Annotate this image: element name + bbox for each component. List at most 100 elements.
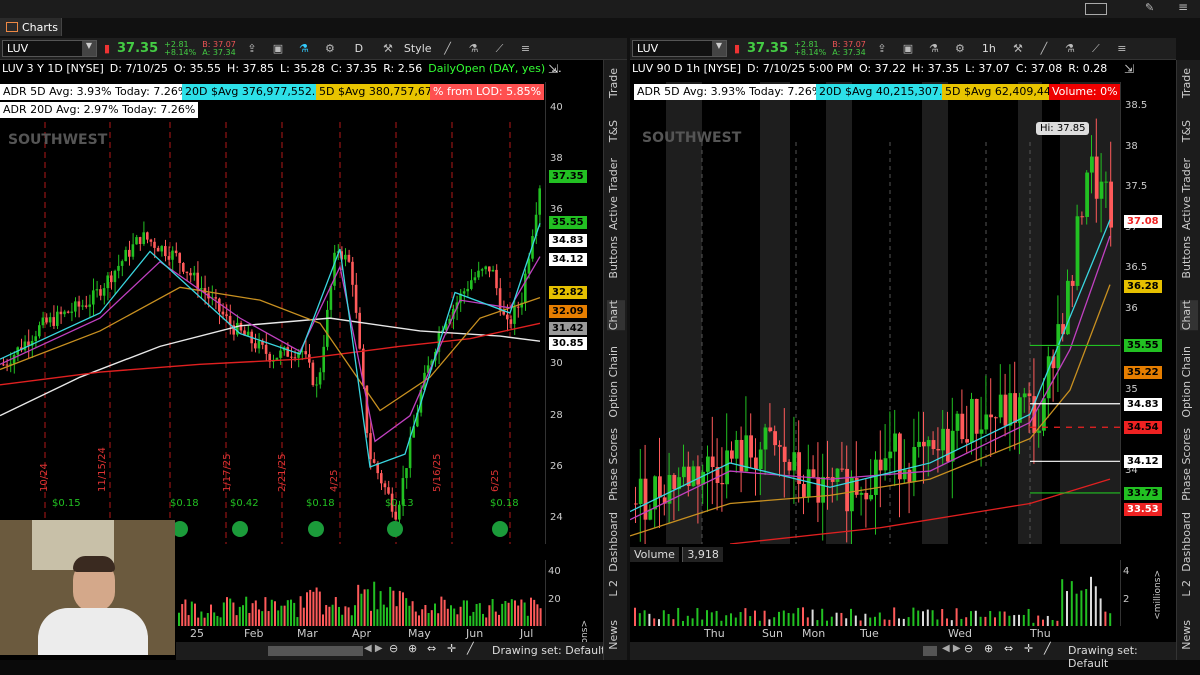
crosshair-icon[interactable]: ✛: [447, 642, 456, 655]
right-price-label: 33.53: [1124, 503, 1162, 517]
drawing-line-icon[interactable]: ╱: [438, 41, 458, 57]
side-tab-chart[interactable]: Chart: [607, 300, 625, 331]
pan-icon[interactable]: ⇔: [427, 642, 436, 655]
pattern-icon[interactable]: ⟋: [1086, 41, 1106, 57]
side-tab-chart[interactable]: Chart: [1180, 300, 1198, 331]
chevron-down-icon[interactable]: ▼: [82, 41, 96, 56]
left-scroll-arrows[interactable]: ◀ ▶: [364, 643, 383, 654]
left-price-chart[interactable]: $0.15 $0.18 $0.42 $0.18 $0.13 $0.18 10/24 11/15…: [0, 82, 545, 544]
side-tab-phase-scores[interactable]: Phase Scores: [1180, 428, 1198, 501]
pin-icon[interactable]: ✎: [1145, 1, 1154, 14]
zoom-out-icon[interactable]: ⊖: [964, 642, 973, 655]
side-tab-option-chain[interactable]: Option Chain: [607, 346, 625, 418]
side-tab-trade[interactable]: Trade: [1180, 68, 1198, 98]
side-tab-option-chain[interactable]: Option Chain: [1180, 346, 1198, 418]
share-icon[interactable]: ⇪: [242, 41, 262, 57]
zoom-out-icon[interactable]: ⊖: [389, 642, 398, 655]
right-scrollbar[interactable]: [923, 646, 937, 656]
left-volume-bar: [210, 604, 212, 626]
right-expand-icon[interactable]: ⇲: [1124, 62, 1134, 76]
pan-icon[interactable]: ⇔: [1004, 642, 1013, 655]
draw-icon[interactable]: ╱: [1044, 642, 1051, 655]
drawing-line-icon[interactable]: ╱: [1034, 41, 1054, 57]
left-volume-bar: [238, 606, 241, 626]
right-candle: [1104, 181, 1109, 183]
left-date-mark: 4/25: [329, 470, 340, 492]
side-tab-active-trader[interactable]: Active Trader: [607, 158, 625, 230]
left-daily-open-study[interactable]: DailyOpen (DAY, yes): [428, 62, 545, 75]
studies-flask-icon[interactable]: ⚗: [294, 41, 314, 57]
right-volume-bar: [1075, 593, 1078, 626]
left-timeframe-button[interactable]: D: [346, 42, 372, 55]
right-scroll-arrows[interactable]: ◀ ▶: [942, 643, 961, 654]
side-tab-buttons[interactable]: Buttons: [1180, 236, 1198, 279]
right-candle: [869, 494, 873, 500]
left-volume-bar: [315, 587, 318, 626]
style-icon[interactable]: ⚒: [1008, 41, 1028, 57]
left-candle: [45, 317, 48, 323]
flask-icon[interactable]: ⚗: [464, 41, 484, 57]
style-icon[interactable]: ⚒: [378, 41, 398, 57]
pattern-icon[interactable]: ⟋: [490, 41, 510, 57]
side-tab-dashboard[interactable]: Dashboard: [607, 512, 625, 572]
alert-icon[interactable]: ▮: [103, 41, 111, 57]
side-tab-trade[interactable]: Trade: [607, 68, 625, 98]
charts-tab[interactable]: Charts: [0, 18, 62, 36]
draw-icon[interactable]: ╱: [467, 642, 474, 655]
left-candle: [372, 459, 376, 463]
right-price-chart[interactable]: ADR 5D Avg: 3.93% Today: 7.26% 20D $Avg …: [630, 82, 1120, 544]
zoom-in-icon[interactable]: ⊕: [984, 642, 993, 655]
chevron-down-icon[interactable]: ▼: [712, 41, 726, 56]
menu-icon[interactable]: ≡: [1178, 0, 1188, 14]
side-tab-l-2[interactable]: L 2: [1180, 580, 1198, 597]
right-candle: [878, 459, 883, 471]
menu-icon[interactable]: ≡: [516, 41, 536, 57]
left-expand-icon[interactable]: ⇲: [548, 62, 558, 76]
side-tab-phase-scores[interactable]: Phase Scores: [607, 428, 625, 501]
side-tab-dashboard[interactable]: Dashboard: [1180, 512, 1198, 572]
left-volume-bar: [450, 605, 452, 626]
right-drawing-set[interactable]: Drawing set: Default: [1068, 644, 1176, 670]
layout-icon[interactable]: [1085, 3, 1107, 15]
side-tab-active-trader[interactable]: Active Trader: [1180, 158, 1198, 230]
right-volume-chart[interactable]: [630, 564, 1120, 626]
side-tab-l-2[interactable]: L 2: [607, 580, 625, 597]
crosshair-icon[interactable]: ✛: [1024, 642, 1033, 655]
right-volume-bar: [1094, 586, 1097, 626]
studies-flask-icon[interactable]: ⚗: [924, 41, 944, 57]
right-timeframe-button[interactable]: 1h: [976, 42, 1002, 55]
left-style-button[interactable]: Style: [404, 42, 432, 55]
snapshot-icon[interactable]: ▣: [898, 41, 918, 57]
left-price-axis[interactable]: 40383634323028262437.3535.5534.8334.1232…: [545, 82, 603, 544]
left-volume-bar: [197, 617, 200, 626]
share-icon[interactable]: ⇪: [872, 41, 892, 57]
right-symbol-input[interactable]: LUV ▼: [632, 40, 727, 57]
left-candle: [113, 270, 117, 283]
left-symbol-input[interactable]: LUV ▼: [2, 40, 97, 57]
zoom-in-icon[interactable]: ⊕: [408, 642, 417, 655]
side-tab-news[interactable]: News: [1180, 620, 1198, 650]
left-volume-bar: [254, 600, 257, 626]
right-price-axis[interactable]: 38.53837.53736.53635.53534.53437.0836.28…: [1120, 82, 1176, 544]
flask-icon[interactable]: ⚗: [1060, 41, 1080, 57]
right-volume-bar: [883, 619, 886, 626]
snapshot-icon[interactable]: ▣: [268, 41, 288, 57]
left-volume-chart[interactable]: [176, 560, 545, 626]
alert-icon[interactable]: ▮: [733, 41, 741, 57]
right-candle: [979, 429, 984, 434]
left-volume-bar: [402, 592, 404, 626]
left-drawing-set[interactable]: Drawing set: Default: [492, 644, 605, 657]
left-candle: [513, 306, 516, 324]
right-date: D: 7/10/25 5:00 PM: [747, 61, 853, 75]
side-tab-t-s[interactable]: T&S: [607, 120, 625, 142]
left-candle: [351, 261, 354, 285]
right-volume-bar: [672, 619, 675, 626]
gear-icon[interactable]: ⚙: [320, 41, 340, 57]
side-tab-news[interactable]: News: [607, 620, 625, 650]
left-scrollbar[interactable]: [268, 646, 363, 656]
side-tab-t-s[interactable]: T&S: [1180, 120, 1198, 142]
menu-icon[interactable]: ≡: [1112, 41, 1132, 57]
gear-icon[interactable]: ⚙: [950, 41, 970, 57]
side-tab-buttons[interactable]: Buttons: [607, 236, 625, 279]
left-volume-bar: [184, 599, 187, 626]
